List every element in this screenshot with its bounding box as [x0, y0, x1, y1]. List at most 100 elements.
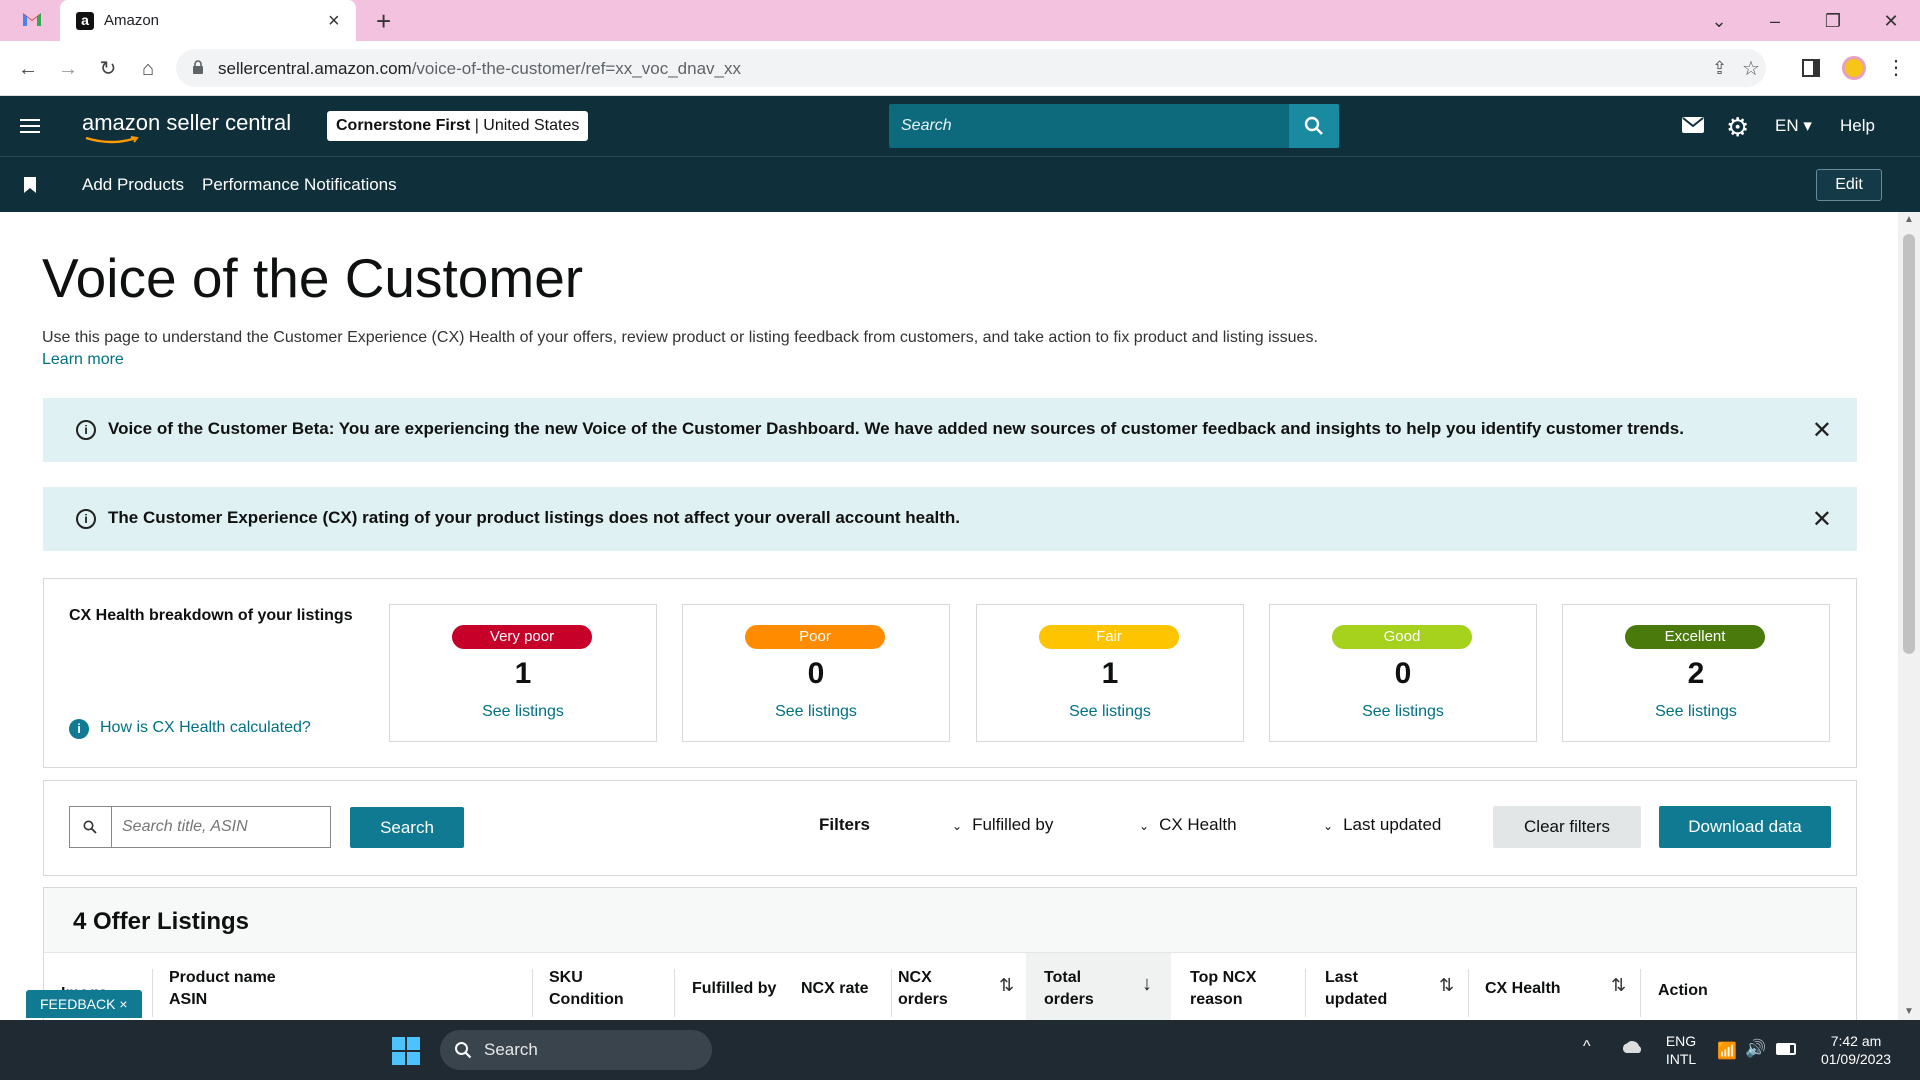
- search-icon: [454, 1041, 472, 1059]
- cx-card-good: Good 0 See listings: [1269, 604, 1537, 742]
- column-ncx-orders: NCX orders: [898, 969, 948, 1008]
- beta-info-banner: i Voice of the Customer Beta: You are ex…: [43, 398, 1857, 462]
- last-updated-dropdown[interactable]: ⌄ Last updated: [1323, 815, 1441, 835]
- cx-health-help-link[interactable]: How is CX Health calculated?: [100, 719, 311, 736]
- see-listings-link[interactable]: See listings: [1270, 703, 1536, 721]
- see-listings-link[interactable]: See listings: [390, 703, 656, 721]
- sort-icon[interactable]: ⇅: [1439, 975, 1454, 996]
- close-icon[interactable]: ✕: [1812, 416, 1832, 445]
- scroll-up-icon[interactable]: ▲: [1904, 214, 1914, 225]
- column-top-ncx-reason: Top NCX reason: [1190, 969, 1257, 1008]
- listing-search-input[interactable]: [111, 806, 331, 848]
- cx-health-dropdown[interactable]: ⌄ CX Health: [1139, 815, 1237, 835]
- side-panel-icon[interactable]: [1802, 59, 1820, 77]
- table-header: Image Product nameASIN SKUCondition Fulf…: [44, 952, 1856, 1020]
- arrow-down-icon[interactable]: ↓: [1142, 973, 1152, 996]
- column-sku: SKU Condition: [549, 969, 624, 1008]
- hamburger-menu-icon[interactable]: [20, 118, 40, 134]
- clock[interactable]: 7:42 am 01/09/2023: [1810, 1032, 1902, 1068]
- listing-search-button[interactable]: Search: [350, 807, 464, 848]
- help-link[interactable]: Help: [1840, 116, 1875, 136]
- nav-performance-notifications[interactable]: Performance Notifications: [202, 175, 397, 195]
- status-badge: Fair: [1039, 625, 1179, 649]
- status-badge: Poor: [745, 625, 885, 649]
- status-badge: Very poor: [452, 625, 592, 649]
- wifi-icon[interactable]: 📶: [1717, 1041, 1737, 1061]
- amazon-seller-central-logo[interactable]: amazon seller central: [82, 110, 291, 144]
- column-cx-health: CX Health: [1485, 980, 1561, 997]
- forward-icon[interactable]: →: [54, 55, 82, 83]
- gmail-tab-icon[interactable]: [22, 11, 42, 27]
- sort-icon[interactable]: ⇅: [1611, 975, 1626, 996]
- tab-search-icon[interactable]: ⌄: [1706, 8, 1732, 34]
- see-listings-link[interactable]: See listings: [683, 703, 949, 721]
- taskbar-search[interactable]: Search: [440, 1030, 712, 1070]
- amazon-favicon-icon: a: [76, 12, 94, 30]
- close-window-icon[interactable]: ✕: [1878, 8, 1904, 34]
- search-icon: [1304, 116, 1324, 136]
- page-description: Use this page to understand the Customer…: [42, 329, 1318, 368]
- scroll-down-icon[interactable]: ▼: [1904, 1006, 1914, 1017]
- page-title: Voice of the Customer: [42, 247, 584, 309]
- bookmark-star-icon[interactable]: ☆: [1742, 56, 1760, 81]
- clear-filters-button[interactable]: Clear filters: [1493, 806, 1641, 848]
- nav-add-products[interactable]: Add Products: [82, 175, 184, 195]
- bookmark-icon[interactable]: [24, 177, 36, 193]
- header-search-button[interactable]: [1289, 104, 1339, 148]
- minimize-icon[interactable]: –: [1762, 8, 1788, 34]
- volume-icon[interactable]: 🔊: [1745, 1039, 1766, 1059]
- show-hidden-icons[interactable]: ^: [1583, 1038, 1591, 1056]
- windows-start-icon[interactable]: [392, 1037, 420, 1065]
- profile-avatar[interactable]: [1842, 56, 1866, 80]
- settings-gear-icon[interactable]: ⚙: [1726, 112, 1749, 143]
- battery-icon[interactable]: [1776, 1043, 1796, 1055]
- info-icon: i: [76, 420, 96, 440]
- filters-label: Filters: [819, 815, 871, 834]
- cx-health-help[interactable]: i How is CX Health calculated?: [69, 719, 311, 739]
- mail-icon[interactable]: [1682, 117, 1704, 133]
- column-divider: [152, 969, 153, 1017]
- column-ncx-rate: NCX rate: [801, 980, 869, 997]
- close-tab-icon[interactable]: ×: [328, 10, 340, 33]
- language-selector[interactable]: EN ▾: [1775, 116, 1812, 136]
- home-icon[interactable]: ⌂: [134, 55, 162, 83]
- learn-more-link[interactable]: Learn more: [42, 351, 124, 368]
- address-bar[interactable]: sellercentral.amazon.com/voice-of-the-cu…: [176, 49, 1766, 87]
- input-language-indicator[interactable]: ENG INTL: [1664, 1032, 1698, 1068]
- column-divider: [1305, 969, 1306, 1017]
- listing-count: 1: [514, 657, 532, 690]
- url-text: sellercentral.amazon.com/voice-of-the-cu…: [218, 59, 741, 78]
- scroll-thumb[interactable]: [1903, 234, 1915, 654]
- sort-icon[interactable]: ⇅: [999, 975, 1014, 996]
- clock-time: 7:42 am: [1830, 1033, 1882, 1049]
- store-selector[interactable]: Cornerstone First | United States: [327, 111, 589, 141]
- see-listings-link[interactable]: See listings: [1563, 703, 1829, 721]
- fulfilled-by-dropdown[interactable]: ⌄ Fulfilled by: [952, 815, 1053, 835]
- chevron-down-icon: ⌄: [1323, 819, 1334, 833]
- reload-icon[interactable]: ↻: [94, 55, 122, 83]
- feedback-tab[interactable]: FEEDBACK ×: [26, 990, 142, 1018]
- restore-icon[interactable]: ❐: [1820, 8, 1846, 34]
- close-icon[interactable]: ✕: [1812, 505, 1832, 534]
- listing-count: 0: [1394, 657, 1412, 690]
- status-badge: Excellent: [1625, 625, 1765, 649]
- share-icon[interactable]: ⇪: [1712, 58, 1727, 79]
- page-scrollbar[interactable]: ▲ ▼: [1898, 212, 1920, 1020]
- column-divider: [1640, 969, 1641, 1017]
- chrome-menu-icon[interactable]: ⋮: [1886, 55, 1906, 80]
- back-icon[interactable]: ←: [14, 55, 42, 83]
- cx-banner-text: The Customer Experience (CX) rating of y…: [108, 508, 961, 527]
- onedrive-cloud-icon[interactable]: [1620, 1040, 1644, 1054]
- download-data-button[interactable]: Download data: [1659, 806, 1831, 848]
- header-search[interactable]: Search: [889, 104, 1339, 148]
- tab-amazon[interactable]: a Amazon ×: [60, 0, 356, 41]
- browser-toolbar: ← → ↻ ⌂ sellercentral.amazon.com/voice-o…: [0, 41, 1920, 96]
- new-tab-icon[interactable]: +: [376, 6, 391, 37]
- edit-nav-button[interactable]: Edit: [1816, 169, 1882, 201]
- column-divider: [1468, 969, 1469, 1017]
- browser-tab-strip: a Amazon × + ⌄ – ❐ ✕: [0, 0, 1920, 41]
- lock-icon[interactable]: [192, 60, 204, 75]
- offer-listings: 4 Offer Listings Image Product nameASIN …: [43, 887, 1857, 1020]
- see-listings-link[interactable]: See listings: [977, 703, 1243, 721]
- store-region: United States: [483, 117, 580, 134]
